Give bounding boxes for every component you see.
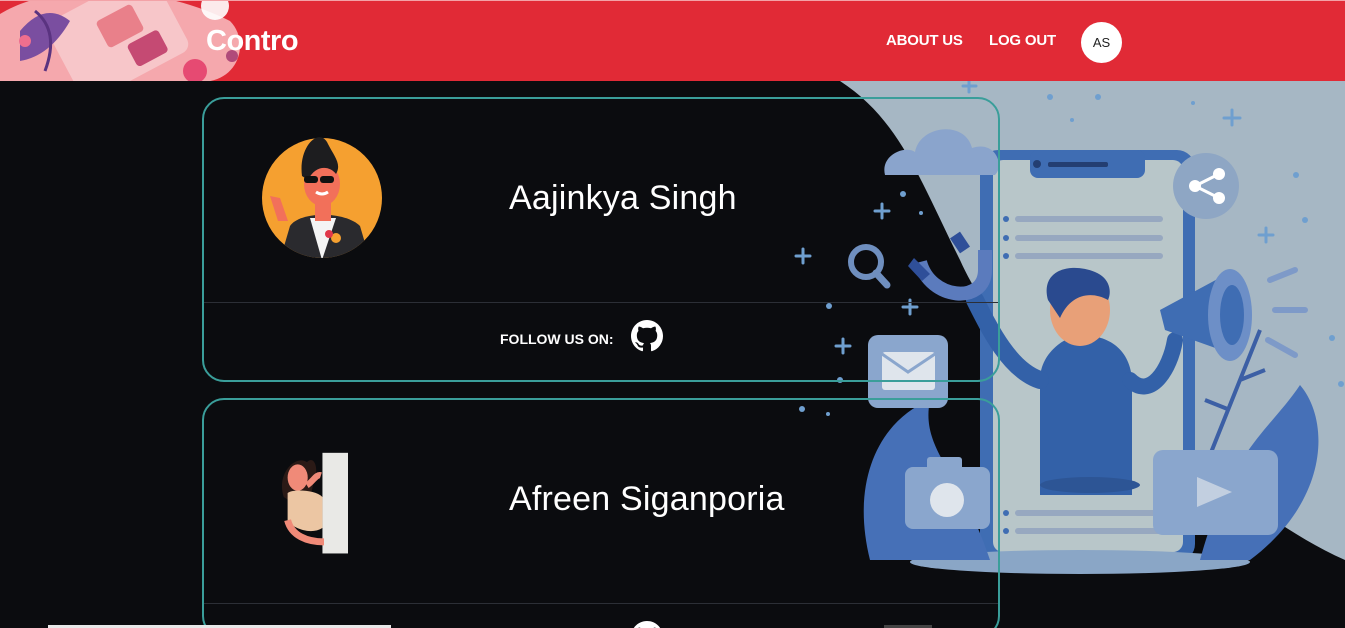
nav-log-out[interactable]: LOG OUT [989,32,1056,49]
team-card: Afreen Siganporia [202,398,1000,628]
navbar: Contro ABOUT US LOG OUT AS [0,0,1345,81]
divider [204,302,998,303]
profile-avatar [262,137,382,258]
profile-avatar [281,452,348,554]
card-header: Aajinkya Singh [204,99,998,302]
card-header: Afreen Siganporia [204,400,998,603]
user-avatar[interactable]: AS [1081,22,1122,63]
divider [204,603,998,604]
member-name: Afreen Siganporia [509,480,785,518]
member-name: Aajinkya Singh [509,179,737,217]
nav-about-us[interactable]: ABOUT US [886,32,963,49]
github-icon[interactable] [631,320,663,352]
brand-logo[interactable]: Contro [206,25,299,58]
follow-label: FOLLOW US ON: [500,331,614,347]
team-card: Aajinkya Singh FOLLOW US ON: [202,97,1000,382]
github-icon[interactable] [631,621,663,628]
